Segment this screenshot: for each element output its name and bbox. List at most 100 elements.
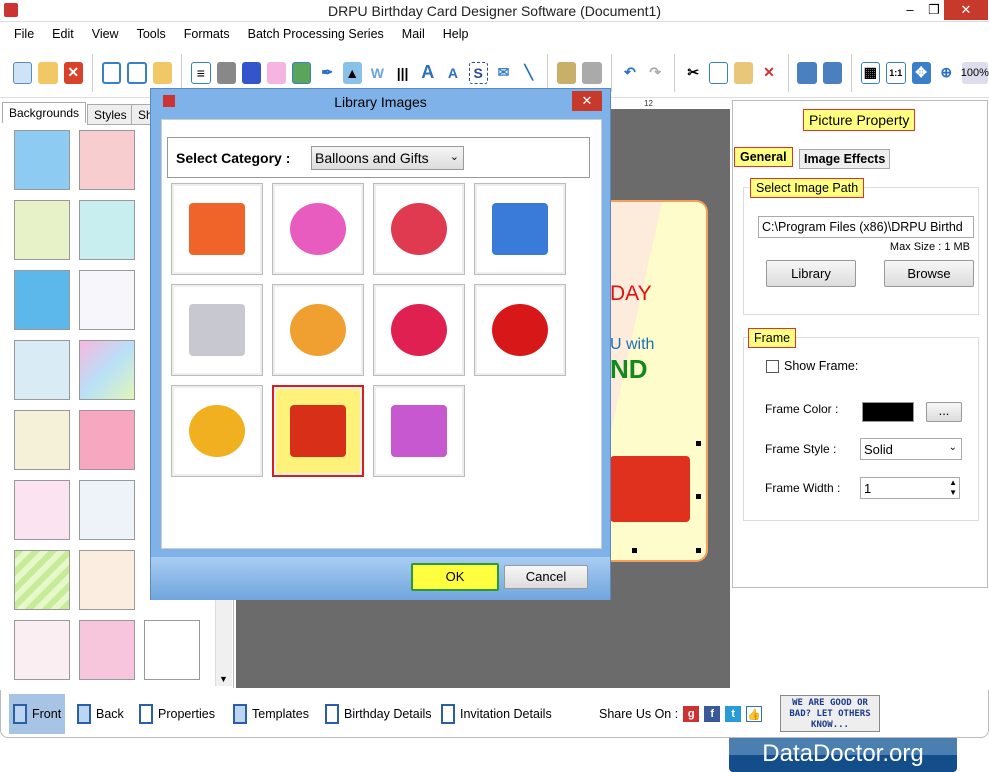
twitter-icon[interactable]: t (725, 706, 742, 722)
cut-icon[interactable]: ✂ (684, 62, 703, 84)
database-icon[interactable] (557, 61, 577, 84)
database-2-icon[interactable] (582, 61, 602, 84)
background-thumb[interactable] (14, 340, 70, 400)
category-select[interactable]: Balloons and Gifts ⌄ (311, 146, 464, 170)
background-thumb[interactable] (14, 200, 70, 260)
shapes-icon[interactable]: ▲ (342, 61, 362, 84)
library-image-balloons-bunch[interactable] (373, 183, 465, 275)
card-text-line2[interactable]: U with (610, 336, 654, 354)
frame-width-stepper[interactable]: 1 ▲ ▼ (860, 477, 960, 499)
line-icon[interactable]: ╲ (519, 62, 538, 84)
background-thumb[interactable] (79, 270, 135, 330)
save-icon[interactable] (101, 61, 122, 84)
background-thumb[interactable] (79, 130, 135, 190)
page-properties-icon[interactable]: ≡ (191, 61, 211, 84)
copy-icon[interactable] (708, 61, 729, 84)
facebook-icon[interactable]: f (704, 706, 721, 722)
cancel-button[interactable]: Cancel (504, 565, 588, 589)
wordart-icon[interactable]: W (368, 62, 387, 84)
save-as-icon[interactable] (127, 61, 148, 84)
export-icon[interactable] (153, 61, 173, 84)
background-thumb[interactable] (14, 480, 70, 540)
paste-icon[interactable] (734, 61, 754, 84)
menu-file[interactable]: File (14, 27, 34, 41)
background-thumb[interactable] (144, 620, 200, 680)
resize-handle[interactable] (696, 494, 701, 499)
show-frame-checkbox[interactable] (766, 360, 779, 373)
tab-styles[interactable]: Styles (87, 104, 134, 125)
insert-image-icon[interactable] (292, 61, 312, 84)
menu-view[interactable]: View (92, 27, 119, 41)
background-thumb[interactable] (14, 270, 70, 330)
library-image-gift-boxes-pile[interactable] (373, 385, 465, 477)
redo-icon[interactable]: ↷ (646, 62, 665, 84)
zoom-level[interactable]: 100% (961, 61, 989, 84)
resize-handle[interactable] (696, 441, 701, 446)
background-thumb[interactable] (79, 620, 135, 680)
background-thumb[interactable] (14, 410, 70, 470)
menu-batch[interactable]: Batch Processing Series (248, 27, 384, 41)
fit-icon[interactable]: ✥ (911, 61, 931, 84)
text-box-icon[interactable]: A (443, 62, 462, 84)
frame-style-select[interactable]: Solid ⌄ (860, 438, 962, 460)
like-icon[interactable]: 👍 (746, 706, 763, 722)
zoom-in-icon[interactable]: ⊕ (937, 62, 956, 84)
card-text-line3[interactable]: ND (610, 354, 648, 385)
background-thumb[interactable] (14, 550, 70, 610)
front-button[interactable]: Front (9, 694, 66, 734)
background-thumb[interactable] (79, 200, 135, 260)
google-plus-icon[interactable]: g (683, 706, 700, 722)
text-icon[interactable]: A (418, 62, 437, 84)
signature-icon[interactable]: S (468, 61, 488, 84)
library-image-gift-box-red[interactable] (272, 385, 364, 477)
library-image-balloons-card[interactable] (272, 284, 364, 376)
menu-tools[interactable]: Tools (137, 27, 166, 41)
gift-icon[interactable] (266, 61, 287, 84)
browse-button[interactable]: Browse (884, 260, 974, 287)
scroll-down-icon[interactable]: ▼ (219, 674, 228, 684)
menu-edit[interactable]: Edit (52, 27, 74, 41)
background-thumb[interactable] (79, 480, 135, 540)
bring-front-icon[interactable] (797, 61, 817, 84)
frame-color-swatch[interactable] (862, 402, 914, 422)
menu-help[interactable]: Help (443, 27, 469, 41)
tab-backgrounds[interactable]: Backgrounds (2, 102, 87, 123)
library-image-balloons-swirl[interactable] (272, 183, 364, 275)
send-back-icon[interactable] (822, 61, 842, 84)
mail-icon[interactable]: ✉ (494, 62, 513, 84)
spin-icon[interactable]: ▲ ▼ (949, 478, 957, 498)
library-button[interactable]: Library (766, 260, 856, 287)
birthday-details-button[interactable]: Birthday Details (321, 694, 436, 734)
actual-size-icon[interactable]: 1:1 (886, 61, 906, 84)
print-icon[interactable] (216, 61, 236, 84)
properties-button[interactable]: Properties (135, 694, 219, 734)
open-icon[interactable] (38, 61, 58, 84)
frame-color-button[interactable]: ... (926, 402, 962, 422)
background-thumb[interactable] (14, 130, 70, 190)
resize-handle[interactable] (632, 548, 637, 553)
new-icon[interactable] (13, 61, 33, 84)
background-icon[interactable] (241, 61, 261, 84)
templates-button[interactable]: Templates (229, 694, 313, 734)
library-image-colorful-balloons[interactable] (171, 385, 263, 477)
library-image-gift-box-blue[interactable] (474, 183, 566, 275)
card-gift-image[interactable] (610, 456, 690, 522)
library-image-red-balloons[interactable] (474, 284, 566, 376)
feedback-badge[interactable]: WE ARE GOOD OR BAD? LET OTHERS KNOW... (780, 695, 880, 732)
card-text-line1[interactable]: DAY (610, 282, 652, 306)
tab-general[interactable]: General (734, 147, 793, 167)
background-thumb[interactable] (79, 340, 135, 400)
background-thumb[interactable] (79, 410, 135, 470)
library-image-gift-box-orange[interactable] (171, 183, 263, 275)
invitation-details-button[interactable]: Invitation Details (437, 694, 556, 734)
menu-formats[interactable]: Formats (184, 27, 230, 41)
resize-handle[interactable] (696, 548, 701, 553)
library-image-gift-box-silver[interactable] (171, 284, 263, 376)
tab-image-effects[interactable]: Image Effects (799, 149, 891, 169)
ok-button[interactable]: OK (411, 563, 499, 591)
library-image-heart-balloons[interactable] (373, 284, 465, 376)
image-path-input[interactable]: C:\Program Files (x86)\DRPU Birthd (758, 216, 974, 238)
dialog-close-button[interactable]: ✕ (572, 91, 602, 111)
background-thumb[interactable] (14, 620, 70, 680)
back-button[interactable]: Back (73, 694, 128, 734)
